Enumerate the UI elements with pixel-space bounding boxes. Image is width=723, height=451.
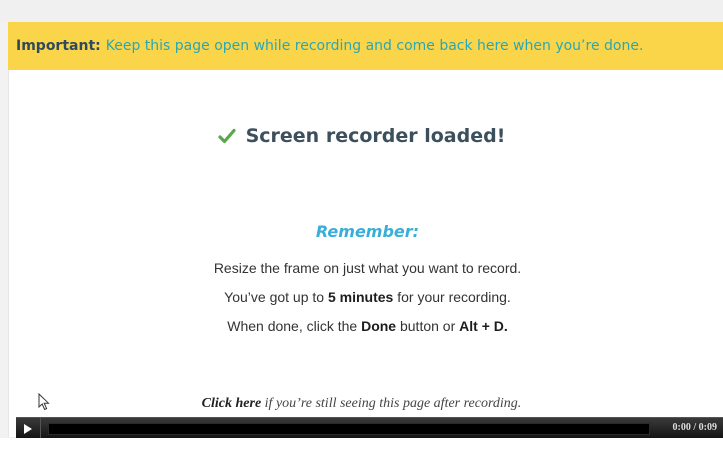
bottom-strip: [0, 438, 723, 451]
important-banner: Important: Keep this page open while rec…: [8, 22, 723, 70]
duration-pre: You’ve got up to: [224, 289, 328, 305]
recording-help-text: if you’re still seeing this page after r…: [261, 396, 522, 411]
done-keyword: Done: [361, 318, 397, 334]
play-icon: [24, 423, 32, 434]
done-shortcut: Alt + D.: [459, 318, 508, 334]
duration-post: for your recording.: [393, 289, 511, 305]
video-player-controls: 0:00 / 0:09: [16, 417, 723, 439]
done-mid: button or: [396, 318, 460, 334]
recorder-status: Screen recorder loaded!: [0, 125, 723, 147]
instruction-duration: You’ve got up to 5 minutes for your reco…: [0, 289, 723, 305]
play-button[interactable]: [16, 418, 41, 439]
banner-lead: Important:: [16, 38, 101, 54]
top-strip: [0, 0, 723, 22]
banner-message: Keep this page open while recording and …: [105, 38, 644, 54]
done-pre: When done, click the: [227, 318, 362, 334]
instruction-resize: Resize the frame on just what you want t…: [0, 260, 723, 276]
duration-limit: 5 minutes: [327, 289, 394, 305]
instruction-done: When done, click the Done button or Alt …: [0, 318, 723, 334]
status-text: Screen recorder loaded!: [245, 125, 506, 147]
time-readout: 0:00 / 0:09: [672, 422, 717, 433]
recording-help: Click here if you’re still seeing this p…: [0, 396, 723, 412]
click-here-link[interactable]: Click here: [202, 396, 262, 411]
seek-bar[interactable]: [48, 423, 650, 435]
checkmark-icon: [217, 128, 236, 144]
instruction-resize-text: Resize the frame on just what you want t…: [213, 260, 522, 276]
remember-heading: Remember:: [315, 222, 420, 241]
